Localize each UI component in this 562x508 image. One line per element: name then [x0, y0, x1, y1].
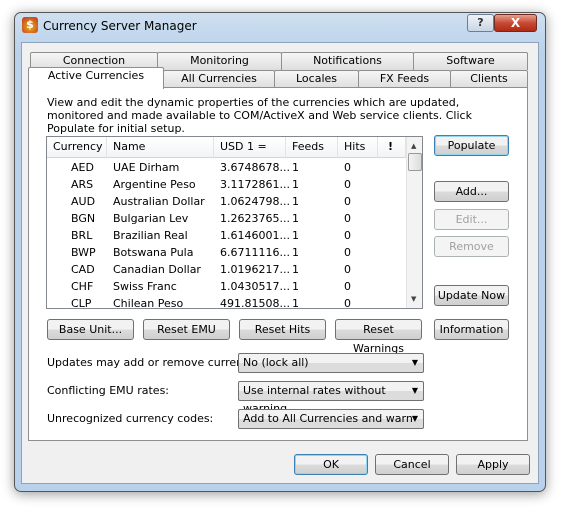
unrecognized-value: Add to All Currencies and warn: [243, 412, 413, 425]
reset-emu-button[interactable]: Reset EMU: [143, 319, 230, 340]
cell-name[interactable]: Bulgarian Lev: [113, 210, 218, 227]
tab-notifications[interactable]: Notifications: [281, 52, 414, 70]
updates-dropdown[interactable]: No (lock all) ▼: [238, 353, 424, 373]
chevron-down-icon: ▼: [411, 386, 418, 395]
cell-feeds[interactable]: 1: [292, 176, 338, 193]
reset-warnings-button[interactable]: Reset Warnings: [335, 319, 422, 355]
cell-hits[interactable]: 0: [344, 295, 378, 308]
cell-hits[interactable]: 0: [344, 210, 378, 227]
information-button[interactable]: Information: [434, 319, 509, 340]
cell-usd[interactable]: 1.6146001...: [220, 227, 290, 244]
cell-feeds[interactable]: 1: [292, 278, 338, 295]
cell-name[interactable]: Brazilian Real: [113, 227, 218, 244]
scroll-up-icon[interactable]: ▲: [411, 142, 416, 150]
cell-feeds[interactable]: 1: [292, 295, 338, 308]
description-text: View and edit the dynamic properties of …: [47, 96, 472, 135]
app-icon: $: [22, 17, 38, 33]
cell-feeds[interactable]: 1: [292, 261, 338, 278]
cell-usd[interactable]: 1.0624798...: [220, 193, 290, 210]
cell-feeds[interactable]: 1: [292, 244, 338, 261]
tab-software[interactable]: Software: [413, 52, 528, 70]
cell-usd[interactable]: 3.1172861...: [220, 176, 290, 193]
cell-usd[interactable]: 1.2623765...: [220, 210, 290, 227]
cell-hits[interactable]: 0: [344, 227, 378, 244]
cell-name[interactable]: Chilean Peso: [113, 295, 218, 308]
tab-monitoring[interactable]: Monitoring: [157, 52, 282, 70]
cell-name[interactable]: Canadian Dollar: [113, 261, 218, 278]
emu-label: Conflicting EMU rates:: [47, 384, 170, 397]
cell-feeds[interactable]: 1: [292, 227, 338, 244]
tab-locales[interactable]: Locales: [274, 70, 359, 88]
cell-hits[interactable]: 0: [344, 261, 378, 278]
scroll-thumb[interactable]: [408, 153, 422, 171]
cell-usd[interactable]: 3.6748678...: [220, 159, 290, 176]
tab-fx-feeds[interactable]: FX Feeds: [358, 70, 451, 88]
tab-clients[interactable]: Clients: [450, 70, 528, 88]
update-now-button[interactable]: Update Now: [434, 285, 509, 306]
window-title: Currency Server Manager: [43, 19, 197, 33]
cell-feeds[interactable]: 1: [292, 193, 338, 210]
cell-hits[interactable]: 0: [344, 244, 378, 261]
cell-hits[interactable]: 0: [344, 176, 378, 193]
column-header-feeds[interactable]: Feeds: [286, 137, 338, 158]
chevron-down-icon: ▼: [411, 358, 418, 367]
currency-list[interactable]: Currency Name USD 1 = Feeds Hits ! AED UA…: [46, 136, 423, 309]
apply-button[interactable]: Apply: [456, 454, 530, 475]
add-button[interactable]: Add...: [434, 181, 509, 202]
cell-usd[interactable]: 1.0196217...: [220, 261, 290, 278]
column-header-warning[interactable]: !: [378, 137, 406, 158]
help-button[interactable]: ?: [467, 14, 494, 32]
updates-value: No (lock all): [243, 356, 309, 369]
cell-hits[interactable]: 0: [344, 159, 378, 176]
cancel-button[interactable]: Cancel: [375, 454, 449, 475]
close-button[interactable]: X: [494, 14, 537, 32]
base-unit-button[interactable]: Base Unit...: [47, 319, 134, 340]
cell-hits[interactable]: 0: [344, 193, 378, 210]
chevron-down-icon: ▼: [411, 414, 418, 423]
cell-name[interactable]: Australian Dollar: [113, 193, 218, 210]
populate-button[interactable]: Populate: [434, 135, 509, 156]
edit-button[interactable]: Edit...: [434, 209, 509, 230]
cell-name[interactable]: Argentine Peso: [113, 176, 218, 193]
column-header-name[interactable]: Name: [107, 137, 214, 158]
cell-usd[interactable]: 6.6711116...: [220, 244, 290, 261]
cell-feeds[interactable]: 1: [292, 210, 338, 227]
cell-hits[interactable]: 0: [344, 278, 378, 295]
tab-active-currencies[interactable]: Active Currencies: [28, 67, 164, 89]
tab-all-currencies[interactable]: All Currencies: [163, 70, 275, 88]
remove-button[interactable]: Remove: [434, 236, 509, 257]
cell-name[interactable]: Swiss Franc: [113, 278, 218, 295]
cell-name[interactable]: UAE Dirham: [113, 159, 218, 176]
column-header-currency[interactable]: Currency: [47, 137, 107, 158]
cell-feeds[interactable]: 1: [292, 159, 338, 176]
cell-name[interactable]: Botswana Pula: [113, 244, 218, 261]
cell-usd[interactable]: 491.81508...: [220, 295, 290, 308]
ok-button[interactable]: OK: [294, 454, 368, 475]
list-scrollbar[interactable]: ▲ ▼: [406, 137, 422, 308]
updates-label: Updates may add or remove currencies:: [47, 356, 269, 369]
reset-hits-button[interactable]: Reset Hits: [239, 319, 326, 340]
scroll-down-icon[interactable]: ▼: [411, 295, 416, 303]
unrecognized-dropdown[interactable]: Add to All Currencies and warn ▼: [238, 409, 424, 429]
cell-usd[interactable]: 1.0430517...: [220, 278, 290, 295]
column-header-hits[interactable]: Hits: [338, 137, 378, 158]
column-header-usd[interactable]: USD 1 =: [214, 137, 286, 158]
emu-dropdown[interactable]: Use internal rates without warning▼: [238, 381, 424, 415]
unrecognized-label: Unrecognized currency codes:: [47, 412, 214, 425]
